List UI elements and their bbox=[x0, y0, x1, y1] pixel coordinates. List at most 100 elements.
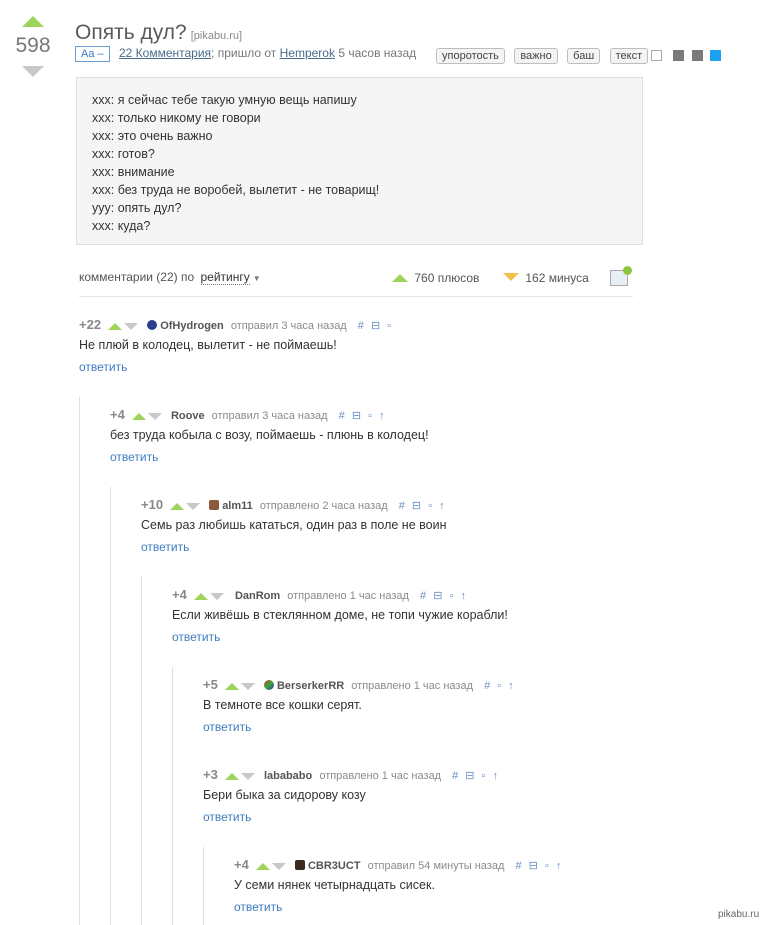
reply-link[interactable]: ответить bbox=[234, 900, 282, 914]
comment-upvote-icon[interactable] bbox=[131, 412, 146, 420]
minuses-count: 162 минуса bbox=[525, 271, 589, 285]
save-icon[interactable]: ▫ bbox=[428, 500, 432, 512]
save-icon[interactable]: ▫ bbox=[545, 860, 549, 872]
comment-username[interactable]: labababo bbox=[264, 770, 312, 782]
post-upvote-icon[interactable] bbox=[22, 16, 44, 27]
comment-upvote-icon[interactable] bbox=[255, 862, 270, 870]
avatar[interactable] bbox=[263, 680, 274, 690]
permalink-icon[interactable]: # bbox=[484, 680, 490, 692]
tag-uporotost[interactable]: упоротость bbox=[436, 48, 505, 64]
reply-link[interactable]: ответить bbox=[79, 360, 127, 374]
comment-downvote-icon[interactable] bbox=[147, 412, 162, 420]
post-rating: 598 bbox=[15, 34, 51, 57]
save-icon[interactable]: ▫ bbox=[368, 410, 372, 422]
share-icons bbox=[651, 48, 722, 66]
comment-time: отправлено 1 час назад bbox=[319, 770, 442, 782]
comment-downvote-icon[interactable] bbox=[271, 862, 286, 870]
comment-upvote-icon[interactable] bbox=[108, 322, 123, 330]
comments-bar: комментарии (22) по рейтингу ▼ bbox=[79, 270, 261, 285]
author-link[interactable]: Hemperok bbox=[280, 46, 335, 60]
permalink-icon[interactable]: # bbox=[452, 770, 458, 782]
comment-downvote-icon[interactable] bbox=[209, 592, 224, 600]
comment-upvote-icon[interactable] bbox=[224, 772, 239, 780]
comment-upvote-icon[interactable] bbox=[193, 592, 208, 600]
story-line: xxx: это очень важно bbox=[92, 129, 213, 143]
collapse-icon[interactable]: ⊟ bbox=[529, 860, 538, 872]
collapse-icon[interactable]: ⊟ bbox=[433, 590, 442, 602]
reply-link[interactable]: ответить bbox=[110, 450, 158, 464]
reply-link[interactable]: ответить bbox=[203, 720, 251, 734]
parent-arrow-icon[interactable]: ↑ bbox=[439, 500, 445, 512]
comments-count: комментарии (22) по bbox=[79, 270, 195, 284]
parent-arrow-icon[interactable]: ↑ bbox=[556, 860, 562, 872]
save-icon[interactable]: ▫ bbox=[497, 680, 501, 692]
post-downvote-icon[interactable] bbox=[22, 66, 44, 77]
avatar[interactable] bbox=[294, 860, 305, 870]
avatar[interactable] bbox=[209, 500, 220, 510]
thread-line bbox=[110, 487, 111, 925]
comment-upvote-icon[interactable] bbox=[170, 502, 185, 510]
permalink-icon[interactable]: # bbox=[339, 410, 345, 422]
reply-link[interactable]: ответить bbox=[172, 630, 220, 644]
facebook-icon[interactable] bbox=[673, 50, 685, 61]
avatar[interactable] bbox=[147, 320, 158, 330]
comment-downvote-icon[interactable] bbox=[240, 682, 255, 690]
comment-username[interactable]: CBR3UCT bbox=[308, 860, 361, 872]
chevron-down-icon[interactable]: ▼ bbox=[253, 274, 261, 283]
vk-icon[interactable] bbox=[691, 50, 703, 61]
post-title-row: Опять дул? [pikabu.ru] bbox=[75, 21, 242, 45]
tag-tekst[interactable]: текст bbox=[609, 48, 649, 64]
comment-username[interactable]: Roove bbox=[171, 410, 205, 422]
permalink-icon[interactable]: # bbox=[358, 320, 364, 332]
permalink-icon[interactable]: # bbox=[399, 500, 405, 512]
story-line: xxx: без труда не воробей, вылетит - не … bbox=[92, 183, 380, 197]
twitter-icon[interactable] bbox=[710, 50, 722, 61]
comment-downvote-icon[interactable] bbox=[124, 322, 139, 330]
comment-username[interactable]: BerserkerRR bbox=[277, 680, 344, 692]
comment-time: отправил 3 часа назад bbox=[211, 410, 328, 422]
comment-username[interactable]: OfHydrogen bbox=[160, 320, 224, 332]
collapse-icon[interactable]: ⊟ bbox=[465, 770, 474, 782]
comment-username[interactable]: DanRom bbox=[235, 590, 280, 602]
comment-text: Не плюй в колодец, вылетит - не поймаешь… bbox=[79, 338, 337, 352]
save-icon[interactable] bbox=[651, 50, 662, 61]
save-icon[interactable]: ▫ bbox=[482, 770, 486, 782]
reply-link[interactable]: ответить bbox=[141, 540, 189, 554]
font-size-toggle[interactable]: Aa – bbox=[75, 46, 110, 62]
comment-score: +4 bbox=[234, 857, 249, 872]
plus-icon bbox=[392, 274, 408, 282]
parent-arrow-icon[interactable]: ↑ bbox=[493, 770, 499, 782]
collapse-icon[interactable]: ⊟ bbox=[412, 500, 421, 512]
thread-line bbox=[203, 847, 204, 925]
permalink-icon[interactable]: # bbox=[515, 860, 521, 872]
comment-header: +4 DanRom отправлено 1 час назад # ⊟ ▫ ↑ bbox=[172, 587, 466, 602]
permalink-icon[interactable]: # bbox=[420, 590, 426, 602]
post-meta: Aa – 22 Комментария; пришло от Hemperok … bbox=[75, 46, 416, 62]
story-line: xxx: только никому не говори bbox=[92, 111, 261, 125]
save-icon[interactable]: ▫ bbox=[450, 590, 454, 602]
save-icon[interactable]: ▫ bbox=[387, 320, 391, 332]
comment-text: В темноте все кошки серят. bbox=[203, 698, 362, 712]
reply-link[interactable]: ответить bbox=[203, 810, 251, 824]
comment-downvote-icon[interactable] bbox=[186, 502, 201, 510]
comment-username[interactable]: alm11 bbox=[222, 500, 253, 512]
parent-arrow-icon[interactable]: ↑ bbox=[379, 410, 385, 422]
parent-arrow-icon[interactable]: ↑ bbox=[508, 680, 514, 692]
comment-header: +3 labababo отправлено 1 час назад # ⊟ ▫… bbox=[203, 767, 498, 782]
post-title[interactable]: Опять дул? bbox=[75, 21, 187, 44]
comment-text: без труда кобыла с возу, поймаешь - плюн… bbox=[110, 428, 429, 442]
story-line: xxx: готов? bbox=[92, 147, 155, 161]
comment-downvote-icon[interactable] bbox=[240, 772, 255, 780]
collapse-icon[interactable]: ⊟ bbox=[371, 320, 380, 332]
comment-time: отправлено 2 часа назад bbox=[259, 500, 388, 512]
tag-bash[interactable]: баш bbox=[567, 48, 601, 64]
comment-upvote-icon[interactable] bbox=[224, 682, 239, 690]
comments-link[interactable]: 22 Комментария bbox=[119, 46, 211, 60]
parent-arrow-icon[interactable]: ↑ bbox=[460, 590, 466, 602]
collapse-icon[interactable]: ⊟ bbox=[352, 410, 361, 422]
post-source[interactable]: [pikabu.ru] bbox=[191, 30, 242, 42]
comment-time: отправлено 1 час назад bbox=[351, 680, 473, 692]
image-toggle-icon[interactable] bbox=[610, 266, 632, 286]
tag-vazhno[interactable]: важно bbox=[514, 48, 558, 64]
sort-dropdown[interactable]: рейтингу bbox=[200, 270, 250, 285]
